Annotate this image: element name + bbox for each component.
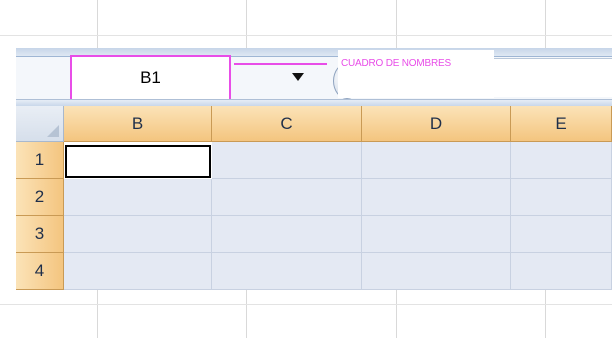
column-header-d[interactable]: D (362, 106, 511, 142)
cell-b4[interactable] (64, 253, 212, 290)
background-gridline (545, 0, 546, 48)
select-all-button[interactable] (16, 106, 64, 142)
annotation-connector-line (234, 63, 327, 65)
cell-c1[interactable] (212, 142, 362, 179)
formula-bar: B1 CUADRO DE NOMBRES (16, 48, 612, 106)
annotation-label: CUADRO DE NOMBRES (341, 58, 451, 69)
cell-d3[interactable] (362, 216, 511, 253)
column-header-label: B (131, 113, 144, 133)
row-header-label: 4 (34, 261, 45, 280)
column-header-label: C (280, 113, 293, 133)
cell-d1[interactable] (362, 142, 511, 179)
column-header-c[interactable]: C (212, 106, 362, 142)
background-gridline (396, 0, 397, 48)
cell-c3[interactable] (212, 216, 362, 253)
cell-e1[interactable] (511, 142, 612, 179)
background-gridline (246, 290, 247, 338)
row-header-4[interactable]: 4 (16, 253, 64, 290)
cell-d4[interactable] (362, 253, 511, 290)
row-header-3[interactable]: 3 (16, 216, 64, 253)
column-header-e[interactable]: E (511, 106, 612, 142)
cell-e4[interactable] (511, 253, 612, 290)
cell-b3[interactable] (64, 216, 212, 253)
dropdown-arrow-icon[interactable] (292, 73, 304, 81)
background-gridline (396, 290, 397, 338)
name-box[interactable]: B1 (70, 55, 231, 101)
background-gridline (0, 35, 612, 36)
name-box-value: B1 (140, 68, 161, 87)
row-header-label: 1 (34, 150, 45, 169)
background-gridline (246, 0, 247, 48)
formula-bar-bottom-edge (16, 99, 612, 106)
cell-c4[interactable] (212, 253, 362, 290)
row-header-1[interactable]: 1 (16, 142, 64, 179)
cell-e2[interactable] (511, 179, 612, 216)
background-gridline (0, 304, 612, 305)
cell-e3[interactable] (511, 216, 612, 253)
cell-b2[interactable] (64, 179, 212, 216)
select-all-icon (47, 125, 59, 137)
formula-input[interactable] (494, 58, 612, 97)
row-header-label: 2 (34, 187, 45, 206)
background-gridline (97, 0, 98, 48)
background-gridline (545, 290, 546, 338)
column-header-label: E (555, 113, 567, 133)
row-header-2[interactable]: 2 (16, 179, 64, 216)
active-cell-b1[interactable] (65, 145, 211, 178)
column-header-b[interactable]: B (64, 106, 212, 142)
cell-c2[interactable] (212, 179, 362, 216)
column-header-label: D (429, 113, 443, 133)
background-gridline (97, 290, 98, 338)
row-header-label: 3 (34, 224, 45, 243)
cell-d2[interactable] (362, 179, 511, 216)
